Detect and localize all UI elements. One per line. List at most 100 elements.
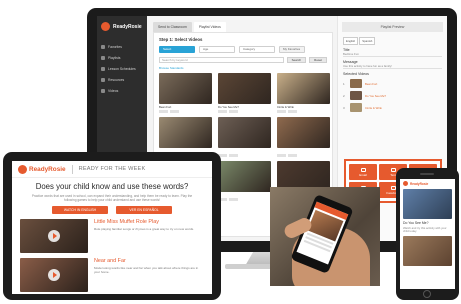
video-card[interactable]: Circle & Wink bbox=[277, 73, 330, 113]
toggle-english[interactable]: English bbox=[343, 37, 359, 45]
preview-video-button[interactable] bbox=[229, 198, 238, 201]
activity-title[interactable]: Near and Far bbox=[94, 258, 204, 264]
search-button[interactable]: Search bbox=[286, 57, 307, 63]
sidebar-item-lesson-schedules[interactable]: Lesson Schedules bbox=[97, 63, 147, 74]
selected-video-number: 1 bbox=[343, 81, 345, 86]
step-title: Step 1: Select Videos bbox=[159, 37, 203, 42]
hand-holding-phone-photo bbox=[270, 187, 380, 286]
preview-video-button[interactable] bbox=[229, 154, 238, 157]
video-card[interactable] bbox=[218, 161, 271, 201]
header-tagline: READY FOR THE WEEK bbox=[78, 166, 146, 172]
video-thumbnail[interactable] bbox=[218, 117, 271, 148]
play-icon[interactable] bbox=[48, 230, 60, 243]
video-thumbnail[interactable] bbox=[159, 73, 212, 104]
video-card[interactable]: Bean Fort bbox=[159, 73, 212, 113]
tablet-headline: Does your child know and use these words… bbox=[35, 182, 189, 191]
product-showcase: ReadyRosie Favorites Playlists Lesson Sc… bbox=[0, 0, 461, 304]
preview-body: English Spanish Title Bedtime Fun Messag… bbox=[338, 32, 447, 114]
activity-text: Little Miss Muffet Role Play Role playin… bbox=[94, 219, 194, 253]
email-share-button[interactable]: Email bbox=[349, 164, 377, 180]
category-dropdown[interactable]: Category bbox=[239, 46, 275, 53]
add-video-button[interactable] bbox=[218, 110, 227, 113]
age-dropdown[interactable]: Age bbox=[199, 46, 235, 53]
selected-video-thumbnail bbox=[350, 103, 362, 112]
video-card[interactable] bbox=[277, 117, 330, 157]
sidebar-item-label: Videos bbox=[108, 88, 119, 93]
share-icon bbox=[390, 185, 396, 190]
video-card[interactable] bbox=[159, 117, 212, 157]
activity-title[interactable]: Little Miss Muffet Role Play bbox=[94, 219, 194, 225]
phone-header: ReadyRosie bbox=[400, 179, 455, 188]
sidebar-item-playlists[interactable]: Playlists bbox=[97, 52, 147, 63]
sidebar-item-favorites[interactable]: Favorites bbox=[97, 41, 147, 52]
filter-row: Select Age Category My Favorites bbox=[154, 44, 332, 55]
preview-video-button[interactable] bbox=[170, 110, 179, 113]
tablet-logo[interactable]: ReadyRosie bbox=[18, 164, 66, 174]
selected-video-thumbnail bbox=[350, 91, 362, 100]
video-thumbnail[interactable] bbox=[159, 117, 212, 148]
sidebar-item-videos[interactable]: Videos bbox=[97, 85, 147, 96]
video-thumbnail[interactable] bbox=[277, 73, 330, 104]
video-title: Do You See Me? bbox=[218, 105, 239, 109]
select-dropdown[interactable]: Select bbox=[159, 46, 195, 53]
video-title bbox=[218, 149, 271, 153]
share-icon bbox=[390, 167, 396, 172]
phone-speaker bbox=[420, 173, 434, 175]
share-label: Email bbox=[359, 172, 367, 177]
video-thumbnail[interactable] bbox=[277, 117, 330, 148]
video-card[interactable]: Do You See Me? bbox=[218, 73, 271, 113]
list-icon bbox=[101, 55, 105, 60]
selected-video-number: 3 bbox=[343, 105, 345, 110]
folder-icon bbox=[101, 77, 105, 82]
share-label: Text bbox=[390, 172, 396, 177]
tab-playlist-videos[interactable]: Playlist Videos bbox=[193, 22, 226, 32]
favorites-filter-button[interactable]: My Favorites bbox=[279, 46, 305, 53]
video-icon bbox=[101, 88, 105, 93]
add-video-button[interactable] bbox=[277, 154, 286, 157]
watch-spanish-button[interactable]: VER EN ESPAÑOL bbox=[116, 206, 172, 215]
toggle-spanish[interactable]: Spanish bbox=[359, 37, 376, 45]
video-thumbnail[interactable] bbox=[218, 73, 271, 104]
sidebar-logo[interactable]: ReadyRosie bbox=[97, 16, 147, 41]
tablet-description: Practice words that are used in school, … bbox=[31, 194, 193, 203]
reset-button[interactable]: Reset bbox=[309, 57, 327, 63]
preview-video-button[interactable] bbox=[288, 110, 297, 113]
home-button[interactable] bbox=[423, 290, 431, 298]
selected-videos-list: 1 Bean Fort 2 Do You See Me? 3 Circle & Wink bbox=[343, 79, 442, 112]
phone-video-2[interactable] bbox=[403, 235, 452, 266]
preview-video-button[interactable] bbox=[288, 154, 297, 157]
preview-video-button[interactable] bbox=[229, 110, 238, 113]
video-title: Circle & Wink bbox=[277, 105, 294, 109]
activity-item[interactable]: Little Miss Muffet Role Play Role playin… bbox=[12, 219, 212, 254]
message-field[interactable]: Use this activity to have fun as a famil… bbox=[343, 64, 442, 69]
header-divider bbox=[71, 164, 73, 174]
tablet-button-row: WATCH IN ENGLISH VER EN ESPAÑOL bbox=[12, 206, 212, 215]
sidebar-item-resources[interactable]: Resources bbox=[97, 74, 147, 85]
activity-description: Role playing familiar songs or rhymes is… bbox=[94, 227, 195, 232]
video-card[interactable] bbox=[218, 117, 271, 157]
play-icon[interactable] bbox=[48, 269, 60, 282]
selected-video-thumbnail bbox=[350, 79, 362, 88]
video-title bbox=[218, 193, 271, 197]
selected-video-row[interactable]: 1 Bean Fort bbox=[343, 79, 442, 88]
activity-video-thumbnail[interactable] bbox=[20, 219, 88, 254]
activity-item[interactable]: Near and Far Model using words like near… bbox=[12, 258, 212, 293]
activity-video-thumbnail[interactable] bbox=[20, 258, 88, 293]
search-input[interactable]: Search by keyword bbox=[159, 57, 284, 63]
activity-text: Near and Far Model using words like near… bbox=[94, 258, 204, 292]
video-actions bbox=[159, 110, 212, 113]
phone-video[interactable] bbox=[403, 189, 452, 219]
selected-video-title: Bean Fort bbox=[365, 81, 378, 86]
browse-standards-link[interactable]: Browse Standards bbox=[154, 65, 332, 73]
selected-video-title: Circle & Wink bbox=[365, 105, 382, 110]
preview-header: Playlist Preview bbox=[342, 22, 443, 32]
video-thumbnail[interactable] bbox=[218, 161, 271, 192]
selected-video-row[interactable]: 2 Do You See Me? bbox=[343, 91, 442, 100]
add-video-button[interactable] bbox=[277, 110, 286, 113]
add-video-button[interactable] bbox=[159, 110, 168, 113]
logo-icon bbox=[101, 22, 110, 31]
selected-video-row[interactable]: 3 Circle & Wink bbox=[343, 103, 442, 112]
title-field[interactable]: Bedtime Fun bbox=[343, 52, 442, 57]
tab-send-to-classroom[interactable]: Send to Classroom bbox=[153, 22, 192, 32]
watch-english-button[interactable]: WATCH IN ENGLISH bbox=[52, 206, 108, 215]
